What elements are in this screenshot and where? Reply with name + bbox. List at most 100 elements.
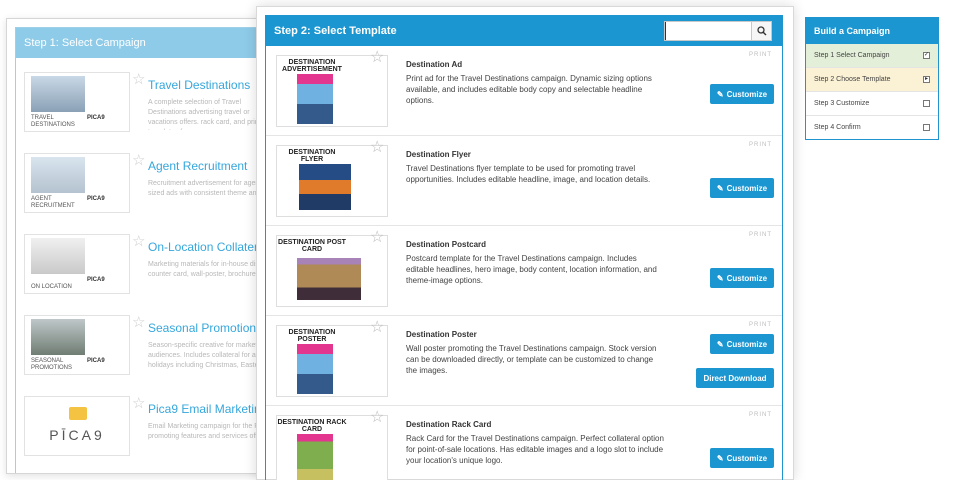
search-input[interactable] [665,22,751,40]
pencil-icon: ✎ [716,453,724,463]
template-thumb-title: DESTINATION RACK CARD [277,419,347,433]
favorite-star-icon[interactable]: ☆ [132,315,145,330]
customize-label: Customize [726,339,768,349]
favorite-star-icon[interactable]: ☆ [132,153,145,168]
campaign-thumbnail[interactable]: TRAVEL DESTINATIONS PICA9 [24,72,130,132]
customize-button[interactable]: ✎ Customize [710,178,774,198]
campaign-thumb-caption: TRAVEL DESTINATIONS [31,115,75,128]
template-name: Destination Flyer [406,150,471,159]
favorite-star-icon[interactable]: ☆ [132,234,145,249]
template-thumb-art [299,164,351,210]
pencil-icon: ✎ [716,89,724,99]
template-row-postcard: DESTINATION POST CARD ☆ Destination Post… [266,226,782,316]
favorite-star-icon[interactable]: ☆ [370,410,384,426]
pencil-icon: ✎ [716,183,724,193]
template-description: Travel Destinations flyer template to be… [406,164,651,184]
wizard-step-3[interactable]: Step 3 Customize [806,92,938,116]
campaign-title[interactable]: On-Location Collateral [148,240,267,254]
customize-button[interactable]: ✎ Customize [710,334,774,354]
search-icon [757,26,767,36]
template-row-flyer: DESTINATION FLYER ☆ Destination Flyer Tr… [266,136,782,226]
campaign-item-travel[interactable]: TRAVEL DESTINATIONS PICA9 ☆ Travel Desti… [24,72,284,132]
template-thumb-art [297,344,333,394]
step1-header: Step 1: Select Campaign [16,28,274,58]
template-thumb-art [297,74,333,124]
template-thumb-title: DESTINATION FLYER [288,149,336,163]
template-search [664,21,772,41]
template-thumb-art [297,258,361,300]
campaign-thumbnail[interactable]: PĪCA9 [24,396,130,456]
template-name: Destination Poster [406,330,477,339]
search-button[interactable] [751,22,771,40]
checkbox-checked-icon: ✓ [923,52,930,59]
step1-frame: Step 1: Select Campaign TRAVEL DESTINATI… [15,27,274,473]
template-thumb-title: DESTINATION POSTER [288,329,336,343]
arrow-box-icon: ▸ [923,76,930,83]
campaign-photo [31,157,85,193]
favorite-star-icon[interactable]: ☆ [370,140,384,156]
template-description: Print ad for the Travel Destinations cam… [406,74,652,105]
template-description: Wall poster promoting the Travel Destina… [406,344,657,375]
campaign-thumb-caption: ON LOCATION [31,284,72,290]
wizard-step-4[interactable]: Step 4 Confirm [806,116,938,140]
customize-button[interactable]: ✎ Customize [710,448,774,468]
customize-label: Customize [726,273,768,283]
campaign-title[interactable]: Travel Destinations [148,78,250,92]
favorite-star-icon[interactable]: ☆ [370,50,384,66]
template-name: Destination Rack Card [406,420,492,429]
campaign-thumbnail[interactable]: ON LOCATION PICA9 [24,234,130,294]
build-campaign-header: Build a Campaign [806,18,938,44]
template-thumb-title: DESTINATION POST CARD [278,239,346,253]
step1-panel: Step 1: Select Campaign TRAVEL DESTINATI… [6,18,274,474]
step2-title: Step 2: Select Template [274,25,397,37]
campaign-thumbnail[interactable]: AGENT RECRUITMENT PICA9 [24,153,130,213]
campaign-title[interactable]: Agent Recruitment [148,159,247,173]
campaign-thumbnail[interactable]: SEASONAL PROMOTIONS PICA9 [24,315,130,375]
campaign-photo [31,319,85,355]
campaign-thumb-caption: AGENT RECRUITMENT [31,196,75,209]
customize-label: Customize [726,89,768,99]
campaign-photo [31,238,85,274]
customize-label: Customize [726,183,768,193]
checkbox-empty-icon [923,124,930,131]
customize-label: Customize [726,453,768,463]
template-type-tag: PRINT [749,322,772,328]
direct-download-button[interactable]: Direct Download [696,368,774,388]
template-thumb-title: DESTINATION ADVERTISEMENT [282,59,342,73]
pencil-icon: ✎ [716,339,724,349]
campaign-item-agent[interactable]: AGENT RECRUITMENT PICA9 ☆ Agent Recruitm… [24,153,284,213]
favorite-star-icon[interactable]: ☆ [132,72,145,87]
campaign-title[interactable]: Seasonal Promotions [148,321,262,335]
campaign-thumb-brand: PICA9 [87,358,105,364]
favorite-star-icon[interactable]: ☆ [370,320,384,336]
customize-button[interactable]: ✎ Customize [710,268,774,288]
checkbox-empty-icon [923,100,930,107]
template-type-tag: PRINT [749,52,772,58]
customize-button[interactable]: ✎ Customize [710,84,774,104]
campaign-photo [31,76,85,112]
step2-panel: Step 2: Select Template DESTINATION ADVE… [256,6,794,480]
favorite-star-icon[interactable]: ☆ [132,396,145,411]
wizard-step-label: Step 3 Customize [814,100,870,107]
wizard-step-2[interactable]: Step 2 Choose Template ▸ [806,68,938,92]
template-name: Destination Postcard [406,240,487,249]
campaign-thumb-brand: PICA9 [87,277,105,283]
template-type-tag: PRINT [749,232,772,238]
template-description: Rack Card for the Travel Destinations ca… [406,434,664,465]
template-row-rackcard: DESTINATION RACK CARD ☆ Destination Rack… [266,406,782,480]
campaign-thumb-brand: PICA9 [87,115,105,121]
wizard-step-1[interactable]: Step 1 Select Campaign ✓ [806,44,938,68]
campaign-item-onlocation[interactable]: ON LOCATION PICA9 ☆ On-Location Collater… [24,234,284,294]
campaign-item-email[interactable]: PĪCA9 ☆ Pica9 Email Marketing Email Mark… [24,396,284,456]
pencil-icon: ✎ [716,273,724,283]
template-type-tag: PRINT [749,412,772,418]
build-campaign-panel: Build a Campaign Step 1 Select Campaign … [805,17,939,140]
pica9-logo: PĪCA9 [49,427,105,443]
favorite-star-icon[interactable]: ☆ [370,230,384,246]
template-row-poster: DESTINATION POSTER ☆ Destination Poster … [266,316,782,406]
campaign-item-seasonal[interactable]: SEASONAL PROMOTIONS PICA9 ☆ Seasonal Pro… [24,315,284,375]
campaign-title[interactable]: Pica9 Email Marketing [148,402,267,416]
step2-frame: Step 2: Select Template DESTINATION ADVE… [265,15,783,480]
template-type-tag: PRINT [749,142,772,148]
campaign-thumb-brand: PICA9 [87,196,105,202]
